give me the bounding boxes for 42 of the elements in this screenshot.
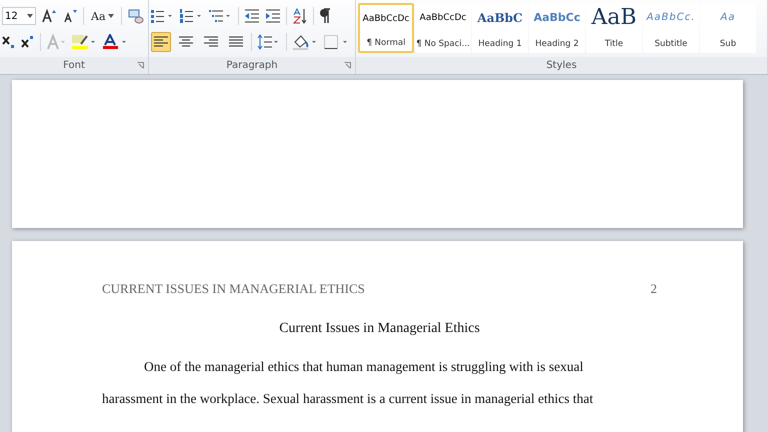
page-number: 2 (650, 281, 657, 297)
style-gallery-item[interactable]: AaBbCcDc ¶ No Spaci... (415, 3, 471, 53)
running-header: CURRENT ISSUES IN MANAGERIAL ETHICS (102, 281, 365, 297)
superscript-icon[interactable] (21, 35, 35, 49)
alignment-lines-icon (179, 36, 193, 48)
numbering-icon[interactable] (180, 9, 204, 23)
increase-indent-icon[interactable] (265, 9, 281, 23)
style-gallery-item[interactable]: AaBbCc Heading 2 (529, 3, 585, 53)
line-spacing-icon[interactable] (257, 34, 281, 50)
shrink-font-icon[interactable] (62, 8, 78, 24)
font-size-field[interactable]: 12 (2, 7, 36, 25)
group-label: Paragraph (226, 60, 278, 71)
dialog-launcher-icon[interactable] (344, 62, 351, 69)
style-gallery-item[interactable]: AaBbC Heading 1 (472, 3, 528, 53)
align-left-button[interactable] (151, 32, 171, 52)
highlight-color-icon[interactable] (71, 34, 97, 50)
style-gallery-item[interactable]: Aa Sub (700, 3, 756, 53)
alignment-lines-icon (204, 36, 218, 48)
change-case-button[interactable]: Aa (89, 10, 116, 22)
shading-icon[interactable] (292, 34, 318, 50)
borders-icon[interactable] (323, 34, 349, 50)
decrease-indent-icon[interactable] (244, 9, 260, 23)
bullets-icon[interactable] (151, 9, 175, 23)
dropdown-arrow-icon[interactable] (27, 14, 33, 18)
group-label: Font (63, 60, 85, 71)
body-paragraph: One of the managerial ethics that human management is struggling with is sexual harassment in the workplace. Sexual harassment is a current issue in managerial ethics that (102, 358, 594, 408)
clear-formatting-icon[interactable] (126, 8, 145, 24)
dropdown-arrow-icon (108, 14, 114, 18)
subscript-icon[interactable] (2, 35, 16, 49)
font-color-icon[interactable] (102, 34, 128, 50)
multilevel-list-icon[interactable] (209, 9, 233, 23)
dialog-launcher-icon[interactable] (137, 62, 144, 69)
grow-font-icon[interactable] (41, 8, 57, 24)
style-gallery-item[interactable]: AaBbCcDc ¶ Normal (358, 3, 414, 53)
alignment-lines-icon (229, 36, 243, 48)
alignment-lines-icon (154, 36, 168, 48)
style-gallery-item[interactable]: AaBbCc. Subtitle (643, 3, 699, 53)
group-label: Styles (546, 60, 577, 71)
show-formatting-icon[interactable] (319, 8, 331, 24)
sort-icon[interactable] (292, 8, 308, 24)
document-title: Current Issues in Managerial Ethics (279, 321, 480, 336)
style-gallery-item[interactable]: AaB Title (586, 3, 642, 53)
